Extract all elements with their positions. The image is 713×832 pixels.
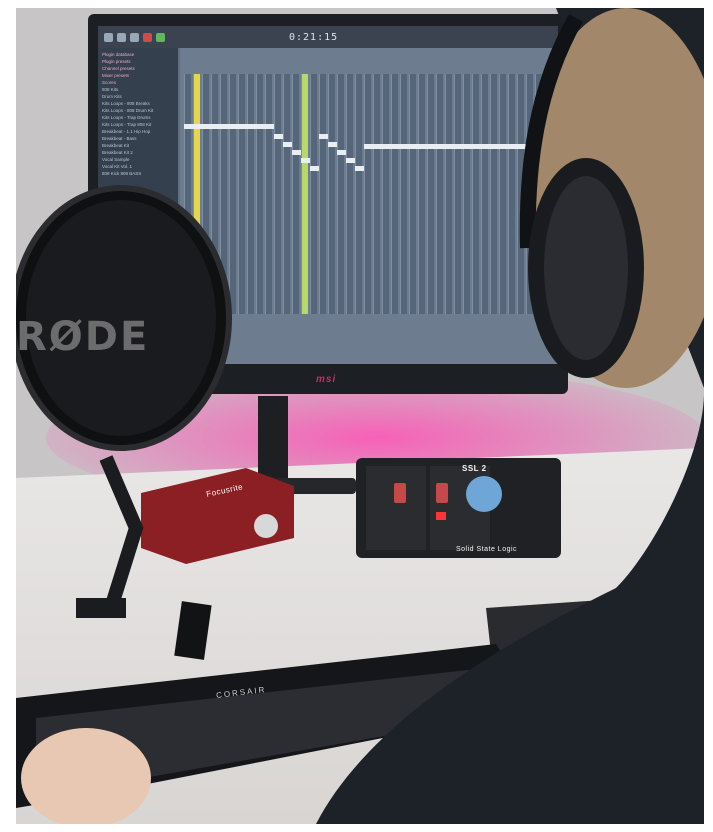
ssl-logo: SSL 2 (462, 464, 487, 473)
gain-knob-1 (394, 483, 406, 503)
ssl-subtitle: Solid State Logic (456, 546, 518, 553)
focusrite-interface (141, 468, 294, 564)
ssl-interface (356, 458, 561, 558)
desk-bracket (174, 601, 212, 660)
phantom-led (436, 512, 446, 520)
foreground (16, 8, 704, 824)
photo: 0:21:15 Plugin database Plugin presets Cha… (16, 8, 704, 824)
monitor-knob (466, 476, 502, 512)
focusrite-knob (254, 514, 278, 538)
mic-arm (76, 455, 144, 618)
rode-logo: RØDE (16, 314, 150, 360)
gain-knob-2 (436, 483, 448, 503)
hand (21, 728, 151, 824)
